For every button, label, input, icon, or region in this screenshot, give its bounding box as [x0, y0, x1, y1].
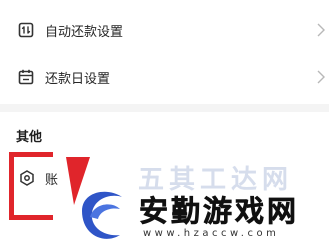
section-title-other: 其他 — [16, 130, 43, 145]
watermark-logo-icon — [66, 157, 122, 239]
auto-repay-settings-label: 自动还款设置 — [45, 24, 124, 40]
auto-repay-settings-row[interactable]: 自动还款设置 — [0, 6, 329, 54]
calendar-icon — [18, 69, 34, 85]
watermark-red-frame — [9, 152, 53, 220]
repay-day-settings-label: 还款日设置 — [45, 71, 111, 87]
chevron-right-icon — [317, 70, 325, 84]
settings-card: 自动还款设置 还款日设置 — [0, 0, 329, 104]
watermark-domain: www.hzaccw.com — [143, 228, 280, 239]
repay-day-settings-row[interactable]: 还款日设置 — [0, 53, 329, 101]
watermark-brand: 安勤游戏网 — [139, 194, 300, 229]
chevron-right-icon — [317, 23, 325, 37]
auto-repay-icon — [18, 22, 34, 38]
